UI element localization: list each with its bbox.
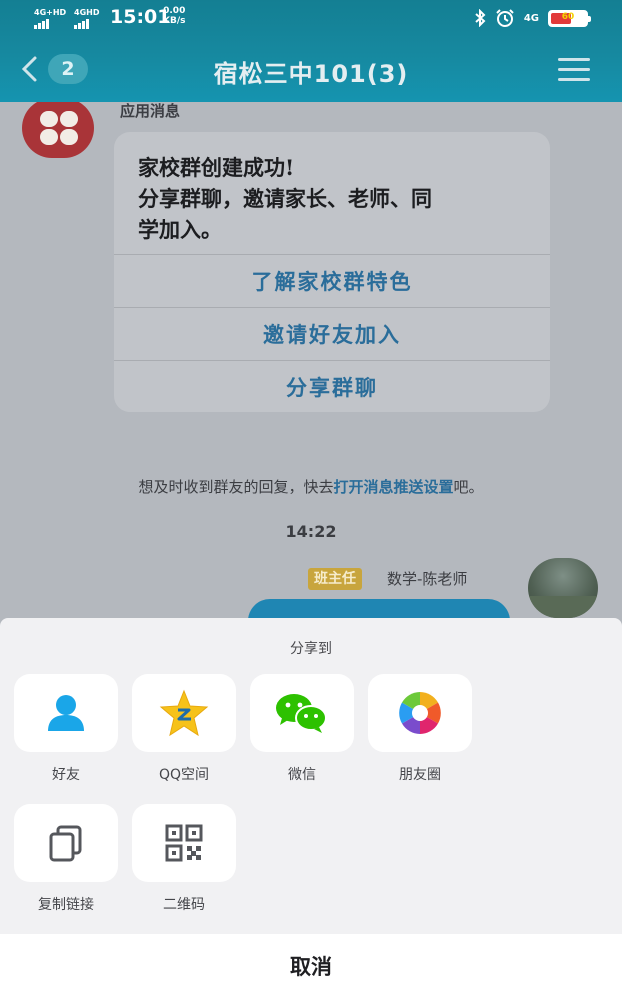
share-label: 好友 — [52, 767, 80, 783]
share-tile[interactable] — [14, 674, 118, 752]
share-label: 复制链接 — [38, 897, 94, 913]
message-timestamp: 14:22 — [285, 522, 337, 541]
share-moments[interactable]: 朋友圈 — [368, 674, 472, 784]
app-message-sender: 应用消息 — [120, 102, 181, 120]
app-message-avatar[interactable] — [22, 102, 94, 158]
signal-2-label: 4GHD — [74, 8, 100, 17]
share-copy-link[interactable]: 复制链接 — [14, 804, 118, 914]
share-label: 二维码 — [163, 897, 205, 913]
signal-1-label: 4G+HD — [34, 8, 67, 17]
signal-bars-icon — [74, 19, 99, 29]
network-speed: 0.00 KB/s — [163, 6, 185, 26]
status-icons: 4G 60 — [474, 8, 591, 28]
share-tile[interactable] — [368, 674, 472, 752]
copy-link-icon — [49, 825, 82, 862]
qzone-icon — [159, 689, 209, 737]
share-tile[interactable] — [14, 804, 118, 882]
network-type: 4G — [523, 12, 539, 24]
share-group-button[interactable]: 分享群聊 — [114, 360, 550, 412]
chevron-left-icon — [21, 56, 37, 82]
network-speed-value: 0.00 — [163, 6, 186, 16]
tip-text-end: 吧。 — [453, 478, 484, 496]
message-sender-name: 数学-陈老师 — [387, 570, 468, 588]
card-line: 家校群创建成功! — [138, 155, 295, 180]
push-settings-link[interactable]: 打开消息推送设置 — [333, 478, 453, 496]
share-wechat[interactable]: 微信 — [250, 674, 354, 784]
card-line: 学加入。 — [138, 217, 222, 242]
share-label: 朋友圈 — [399, 767, 441, 783]
learn-features-button[interactable]: 了解家校群特色 — [114, 254, 550, 307]
push-settings-tip: 想及时收到群友的回复，快去打开消息推送设置吧。 — [0, 476, 622, 497]
cancel-button[interactable]: 取消 — [0, 934, 622, 1000]
friend-icon — [48, 695, 84, 731]
share-friend[interactable]: 好友 — [14, 674, 118, 784]
chat-area: 应用消息 家校群创建成功! 分享群聊，邀请家长、老师、同 学加入。 了解家校群特… — [0, 102, 622, 618]
network-speed-unit: KB/s — [163, 16, 186, 26]
signal-1: 4G+HD — [34, 9, 66, 29]
cancel-bar: 取消 — [0, 934, 622, 1000]
card-message: 家校群创建成功! 分享群聊，邀请家长、老师、同 学加入。 — [114, 132, 550, 254]
share-qr-code[interactable]: 二维码 — [132, 804, 236, 914]
share-label: QQ空间 — [158, 767, 210, 783]
share-tile[interactable] — [132, 674, 236, 752]
bluetooth-icon — [475, 9, 486, 27]
chat-title: 宿松三中101(3) — [213, 60, 409, 88]
group-created-card: 家校群创建成功! 分享群聊，邀请家长、老师、同 学加入。 了解家校群特色 邀请好… — [114, 132, 550, 412]
share-label: 微信 — [288, 767, 316, 783]
status-bar: 4G+HD 4GHD 15:01 0.00 KB/s 4G 60 — [0, 0, 622, 36]
signal-2: 4GHD — [74, 9, 99, 29]
menu-icon[interactable] — [558, 58, 590, 82]
qr-code-icon — [165, 824, 203, 862]
header: 4G+HD 4GHD 15:01 0.00 KB/s 4G 60 2 宿松三中1… — [0, 0, 622, 102]
unread-count-badge: 2 — [48, 54, 88, 84]
battery-icon: 60 — [548, 9, 591, 27]
tip-text: 想及时收到群友的回复，快去 — [138, 478, 334, 496]
card-line: 分享群聊，邀请家长、老师、同 — [138, 186, 432, 211]
role-badge: 班主任 — [308, 568, 362, 590]
share-tile[interactable] — [132, 804, 236, 882]
signal-bars-icon — [34, 19, 66, 29]
back-button[interactable]: 2 — [20, 54, 100, 84]
share-sheet: 分享到 好友 QQ空间 微信 朋友圈 复制链接 二维码 — [0, 618, 622, 934]
status-time: 15:01 — [110, 6, 171, 28]
wechat-icon — [276, 694, 327, 733]
share-tile[interactable] — [250, 674, 354, 752]
alarm-icon — [496, 9, 514, 27]
share-sheet-title: 分享到 — [290, 641, 332, 657]
battery-level: 60 — [561, 11, 575, 22]
message-bubble[interactable] — [248, 599, 510, 618]
nav-bar: 2 宿松三中101(3) — [0, 42, 622, 98]
invite-friends-button[interactable]: 邀请好友加入 — [114, 307, 550, 360]
moments-icon — [399, 692, 441, 734]
share-qzone[interactable]: QQ空间 — [132, 674, 236, 784]
avatar[interactable] — [528, 558, 598, 618]
